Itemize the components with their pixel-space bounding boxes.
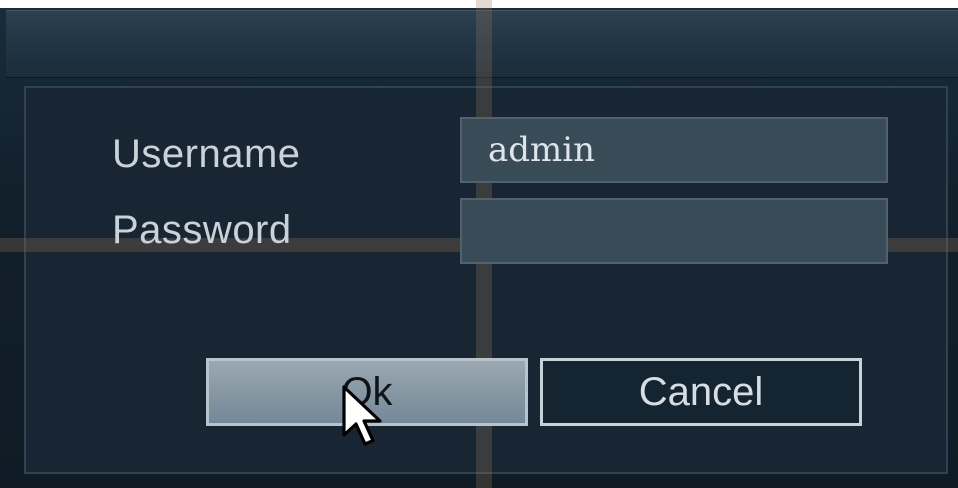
login-screen: Username Password Ok Cancel (0, 0, 958, 488)
cancel-button[interactable]: Cancel (540, 358, 862, 426)
password-field[interactable] (460, 198, 888, 264)
mouse-pointer-icon (342, 385, 382, 446)
password-label: Password (112, 208, 292, 252)
username-label: Username (112, 132, 301, 176)
username-field[interactable] (460, 117, 888, 183)
